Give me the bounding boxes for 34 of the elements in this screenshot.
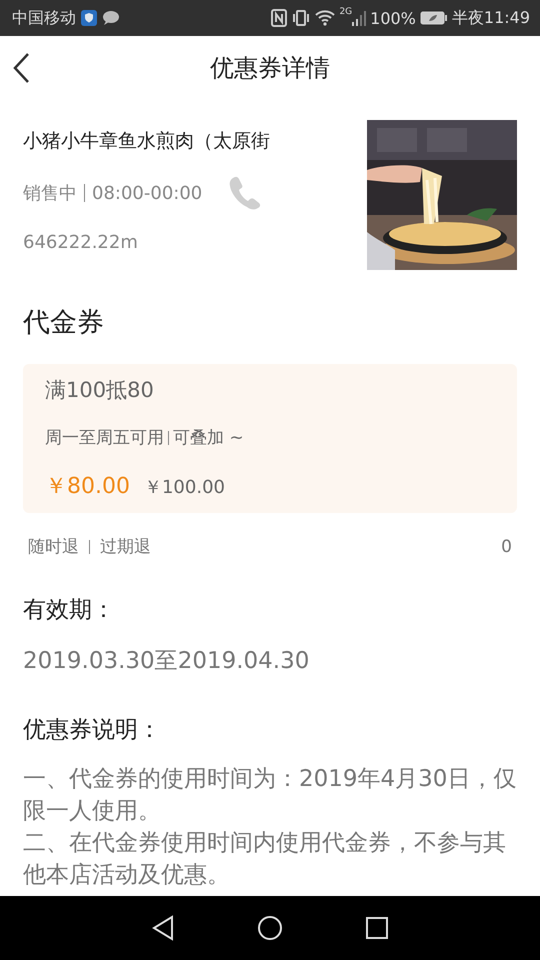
home-icon[interactable]	[257, 915, 283, 941]
stacking-note: 可叠加 ~	[173, 427, 244, 449]
refund-policy: 随时退	[28, 536, 79, 558]
shop-name: 小猪小牛章鱼水煎肉（太原街	[23, 129, 270, 154]
coupon-price: ￥80.00	[45, 473, 130, 501]
refund-policy: 过期退	[100, 536, 151, 558]
battery-percent: 100%	[370, 8, 416, 28]
page-title: 优惠券详情	[210, 53, 330, 84]
opening-hours: 08:00-00:00	[92, 182, 202, 204]
back-icon[interactable]	[151, 915, 175, 941]
vibrate-icon	[291, 9, 312, 27]
description-paragraph: 二、在代金券使用时间内使用代金券，不参与其他本店活动及优惠。	[23, 829, 507, 890]
validity-title: 有效期：	[23, 596, 116, 625]
usage-days: 周一至周五可用	[45, 426, 164, 449]
description-title: 优惠券说明：	[23, 716, 162, 745]
signal-icon	[352, 10, 366, 26]
sale-status: 销售中	[23, 182, 77, 205]
distance: 646222.22m	[23, 232, 139, 253]
clock-time: 半夜11:49	[452, 8, 530, 28]
section-title: 代金券	[23, 306, 105, 340]
recent-apps-icon[interactable]	[365, 916, 389, 940]
chat-bubble-icon	[102, 10, 120, 26]
back-icon[interactable]	[12, 52, 32, 84]
carrier-name: 中国移动	[12, 8, 76, 28]
validity-dates: 2019.03.30至2019.04.30	[23, 647, 310, 676]
description-paragraph: 一、代金券的使用时间为：2019年4月30日，仅限一人使用。	[23, 765, 517, 826]
original-price: ￥100.00	[144, 476, 225, 499]
nfc-icon	[271, 9, 288, 27]
wifi-icon	[315, 10, 336, 26]
battery-icon	[420, 11, 448, 25]
sold-count: 0	[501, 536, 512, 556]
network-type: 2G	[339, 7, 352, 17]
shield-icon	[80, 9, 98, 27]
coupon-title: 满100抵80	[45, 377, 155, 404]
